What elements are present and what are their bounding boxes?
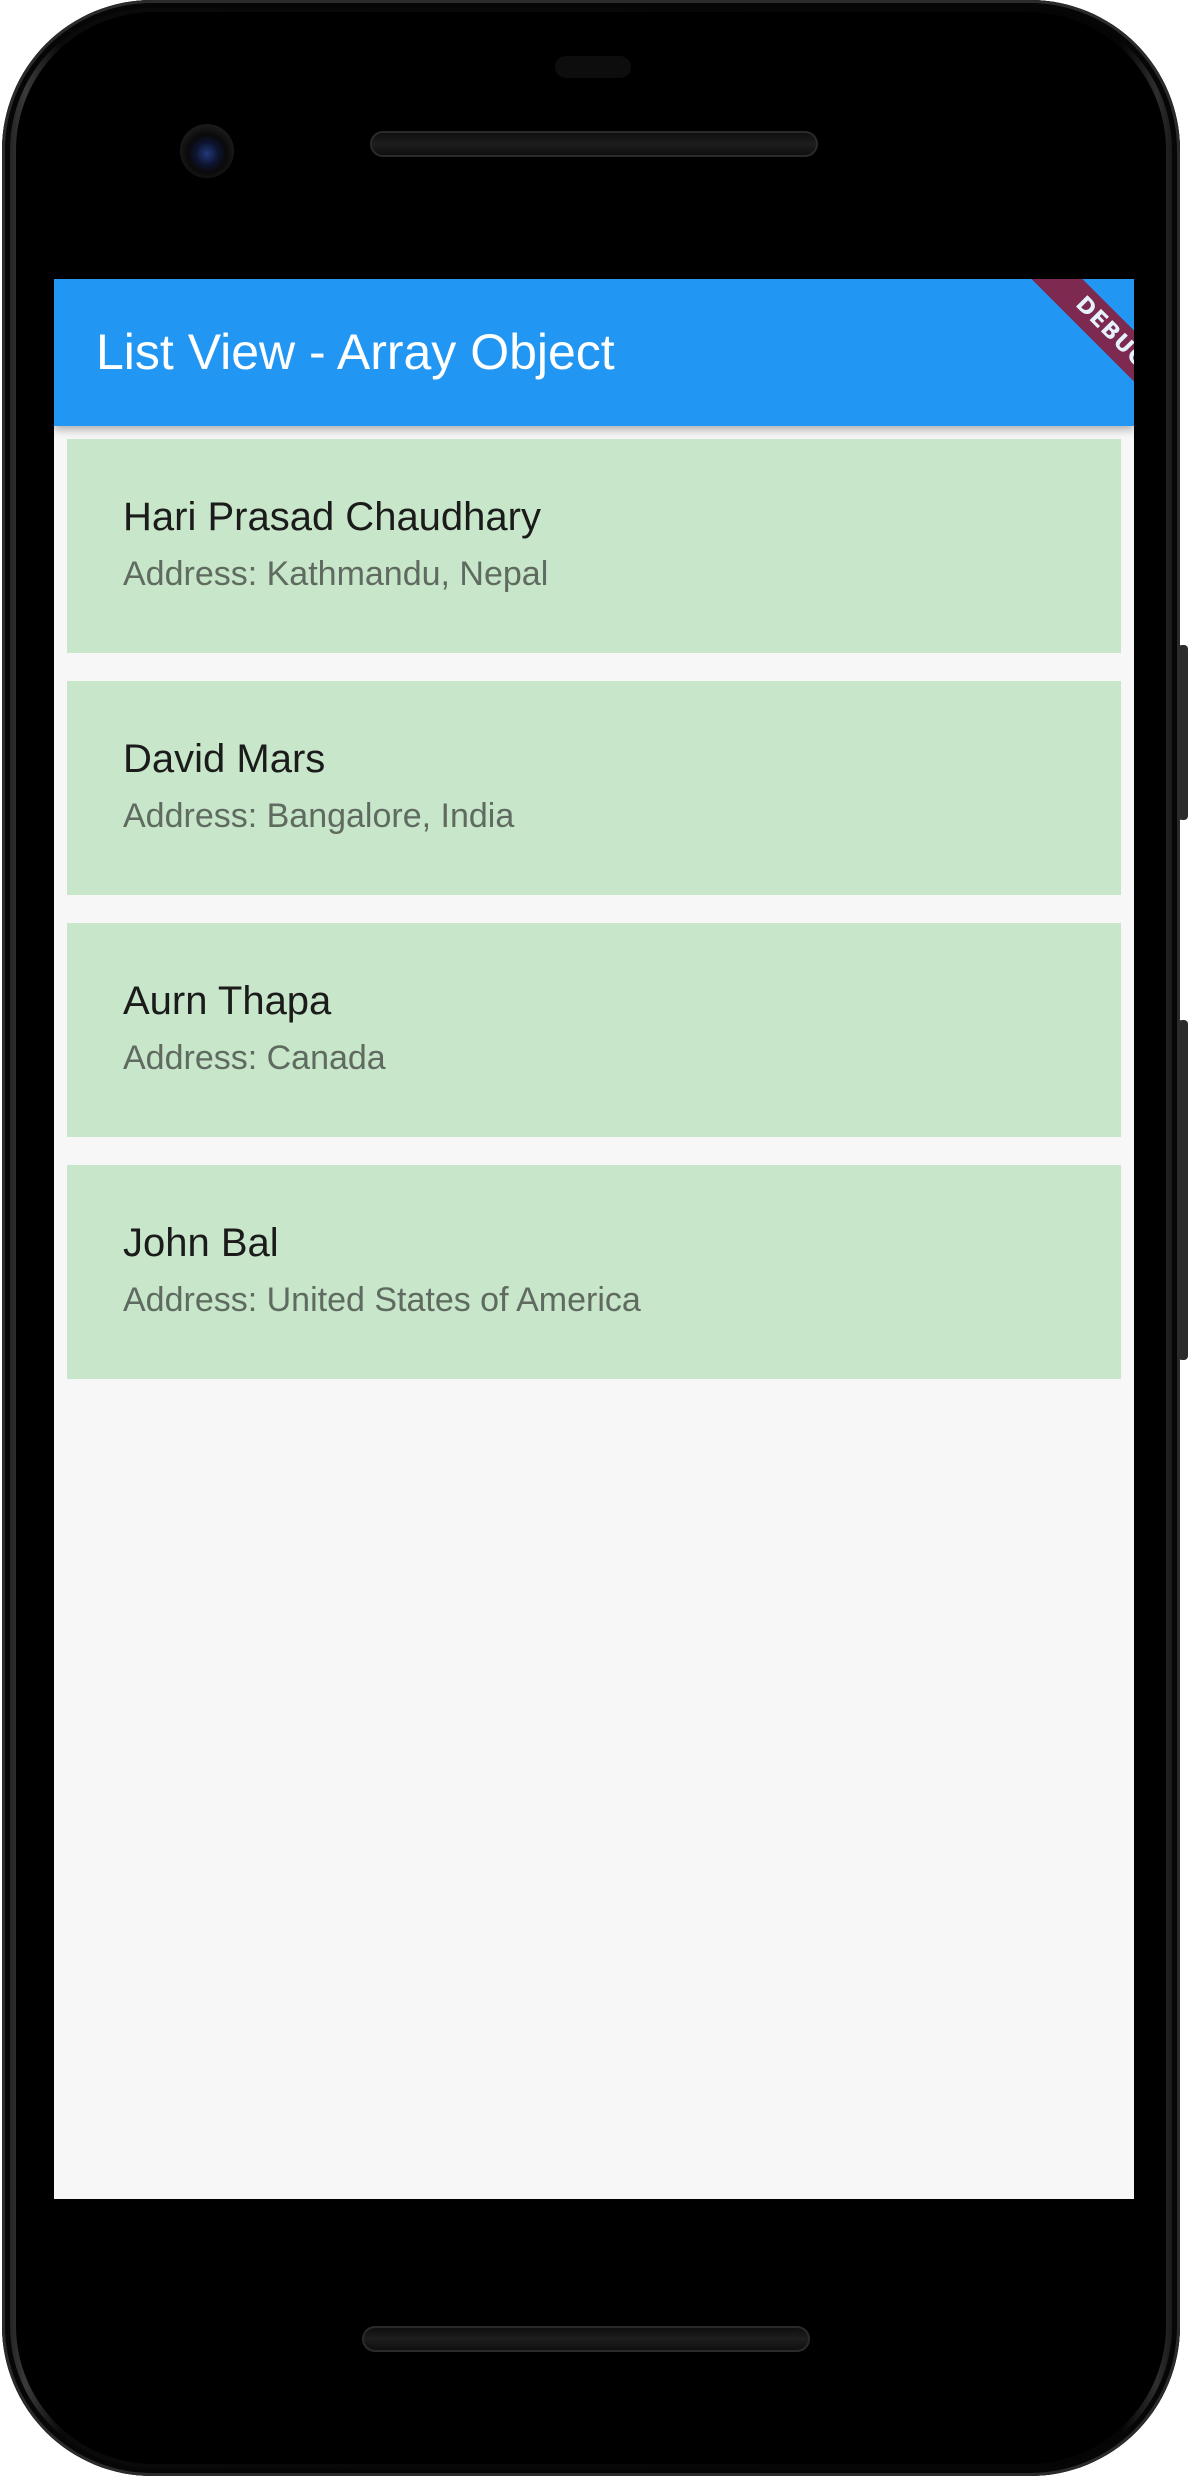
list-item[interactable]: Aurn Thapa Address: Canada xyxy=(67,923,1121,1137)
app-bar: List View - Array Object xyxy=(54,279,1134,426)
debug-banner-label: DEBUG xyxy=(1024,279,1134,420)
list-item-name: Hari Prasad Chaudhary xyxy=(123,495,541,539)
list-item-name: Aurn Thapa xyxy=(123,979,332,1023)
list-item-address: Address: Bangalore, India xyxy=(123,797,515,835)
volume-button xyxy=(1178,1020,1188,1360)
phone-frame: List View - Array Object DEBUG Hari Pras… xyxy=(2,0,1188,2476)
bottom-speaker xyxy=(362,2326,810,2352)
earpiece-speaker xyxy=(370,131,818,157)
front-camera-icon xyxy=(180,124,234,178)
app-screen: List View - Array Object DEBUG Hari Pras… xyxy=(54,279,1134,2199)
list-item[interactable]: David Mars Address: Bangalore, India xyxy=(67,681,1121,895)
list-item-address: Address: Kathmandu, Nepal xyxy=(123,555,549,593)
debug-banner: DEBUG xyxy=(984,279,1134,429)
power-button xyxy=(1178,645,1188,820)
person-list[interactable]: Hari Prasad Chaudhary Address: Kathmandu… xyxy=(67,439,1121,1407)
list-item-name: David Mars xyxy=(123,737,326,781)
list-item[interactable]: Hari Prasad Chaudhary Address: Kathmandu… xyxy=(67,439,1121,653)
app-bar-title: List View - Array Object xyxy=(96,324,615,380)
list-item-address: Address: United States of America xyxy=(123,1281,641,1319)
list-item[interactable]: John Bal Address: United States of Ameri… xyxy=(67,1165,1121,1379)
list-item-address: Address: Canada xyxy=(123,1039,386,1077)
proximity-sensor xyxy=(555,56,631,78)
list-item-name: John Bal xyxy=(123,1221,279,1265)
